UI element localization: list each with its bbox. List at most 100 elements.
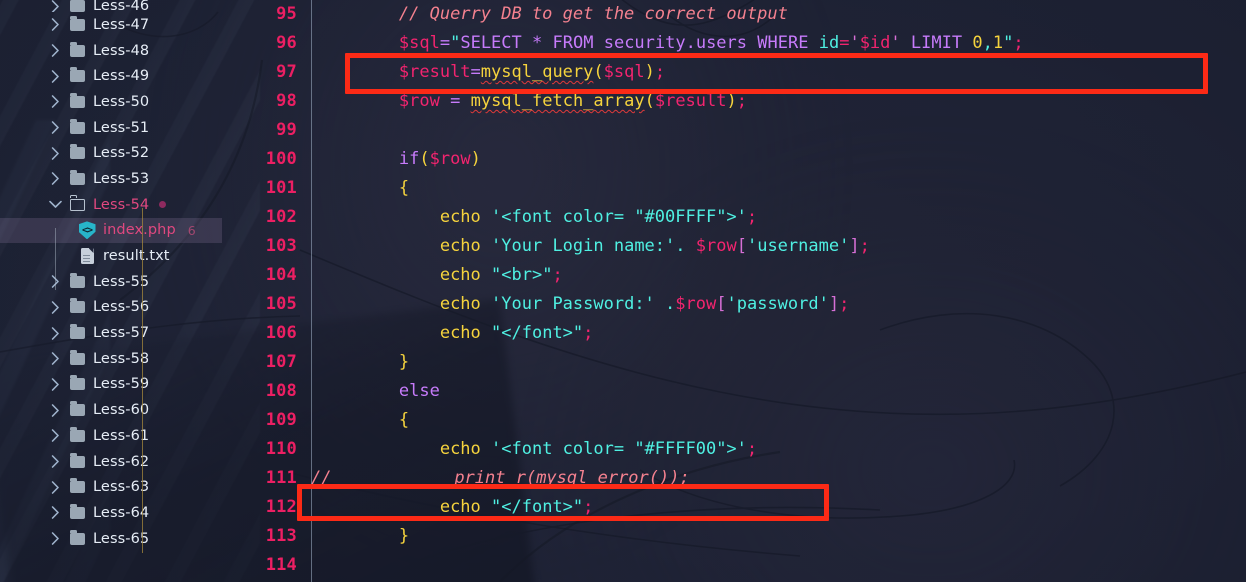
chevron-right-icon[interactable] (46, 18, 64, 32)
chevron-right-icon[interactable] (46, 429, 64, 443)
chevron-right-icon[interactable] (46, 0, 64, 12)
sidebar-item-label: Less-46 (93, 0, 150, 12)
sidebar-item-label: Less-48 (93, 42, 150, 59)
string-literal: '<font color= "#00FFFF">' (491, 207, 747, 227)
chevron-right-icon[interactable] (46, 44, 64, 57)
keyword-echo: echo (439, 207, 481, 227)
code-line-102[interactable]: echo '<font color= "#00FFFF">'; (311, 203, 1246, 232)
sidebar-item-less-64[interactable]: Less-64 (0, 500, 222, 526)
chevron-right-icon[interactable] (46, 301, 64, 314)
sidebar-item-less-48[interactable]: Less-48 (0, 38, 222, 64)
semicolon: ; (552, 265, 563, 285)
code-line-107[interactable]: } (311, 348, 1246, 377)
sidebar-item-less-60[interactable]: Less-60 (0, 397, 222, 423)
code-line-100[interactable]: if($row) (311, 145, 1246, 174)
code-line-106[interactable]: echo "</font>"; (311, 319, 1246, 348)
sidebar-item-less-59[interactable]: Less-59 (0, 372, 222, 398)
modified-indicator-dot (159, 201, 167, 209)
sidebar-item-less-47[interactable]: Less-47 (0, 12, 222, 38)
sidebar-item-label: result.txt (103, 248, 170, 265)
sidebar-item-less-56[interactable]: Less-56 (0, 295, 222, 321)
code-line-98[interactable]: $row = mysql_fetch_array($result); (311, 87, 1246, 116)
code-line-111[interactable]: // print_r(mysql_error()); (311, 464, 1246, 493)
sidebar-item-less-50[interactable]: Less-50 (0, 89, 222, 115)
chevron-right-icon[interactable] (46, 480, 64, 494)
brace-open: { (398, 178, 410, 198)
folder-icon (68, 272, 86, 288)
sidebar-item-less-62[interactable]: Less-62 (0, 449, 222, 475)
commented-print-r: print_r(mysql_error()); (454, 468, 690, 488)
chevron-right-icon[interactable] (46, 403, 64, 417)
code-line-112[interactable]: echo "</font>"; (311, 493, 1246, 522)
sidebar-item-label: Less-57 (93, 325, 150, 342)
keyword-echo: echo (439, 497, 481, 517)
line-number: 103 (265, 236, 297, 256)
sidebar-item-index-php[interactable]: <> index.php 6 (0, 217, 222, 244)
line-number: 110 (265, 439, 297, 459)
folder-icon (68, 503, 86, 519)
file-explorer[interactable]: Less-46 Less-47 Less-48 Less-49 Less-50 … (0, 0, 222, 582)
chevron-right-icon[interactable] (46, 455, 64, 468)
line-number: 108 (265, 381, 297, 401)
sidebar-item-less-49[interactable]: Less-49 (0, 63, 222, 89)
sidebar-item-less-53[interactable]: Less-53 (0, 166, 222, 192)
folder-icon (68, 118, 86, 134)
sidebar-item-less-46[interactable]: Less-46 (0, 0, 222, 12)
code-editor-surface[interactable]: // Querry DB to get the correct output $… (311, 0, 1246, 582)
code-line-109[interactable]: { (311, 406, 1246, 435)
code-line-105[interactable]: echo 'Your Password:' .$row['password']; (311, 290, 1246, 319)
sidebar-item-label: Less-56 (93, 299, 150, 316)
code-line-95[interactable]: // Querry DB to get the correct output (311, 0, 1246, 29)
keyword-echo: echo (439, 236, 481, 256)
sql-quote-open: ' (849, 33, 860, 53)
sidebar-item-less-51[interactable]: Less-51 (0, 115, 222, 141)
chevron-right-icon[interactable] (46, 95, 64, 109)
line-number: 100 (265, 149, 297, 169)
code-line-97[interactable]: $result=mysql_query($sql); (311, 58, 1246, 87)
semicolon: ; (583, 323, 594, 343)
sidebar-item-less-57[interactable]: Less-57 (0, 320, 222, 346)
operator: = (450, 91, 461, 111)
sidebar-item-less-52[interactable]: Less-52 (0, 140, 222, 166)
paren-open: ( (593, 62, 604, 82)
chevron-right-icon[interactable] (46, 326, 64, 340)
chevron-right-icon[interactable] (46, 506, 64, 520)
sidebar-item-less-63[interactable]: Less-63 (0, 474, 222, 500)
code-line-113[interactable]: } (311, 522, 1246, 551)
chevron-right-icon[interactable] (46, 121, 64, 134)
sidebar-item-less-61[interactable]: Less-61 (0, 423, 222, 449)
sidebar-item-less-54[interactable]: Less-54 (0, 192, 222, 218)
code-line-96[interactable]: $sql="SELECT * FROM security.users WHERE… (311, 29, 1246, 58)
sidebar-item-less-65[interactable]: Less-65 (0, 526, 222, 552)
concat-operator: . (675, 236, 686, 256)
sidebar-item-label: Less-58 (93, 350, 150, 367)
text-file-icon (78, 248, 96, 265)
chevron-right-icon[interactable] (46, 69, 64, 83)
chevron-right-icon[interactable] (46, 172, 64, 186)
chevron-right-icon[interactable] (46, 378, 64, 391)
line-number: 109 (265, 410, 297, 430)
chevron-right-icon[interactable] (46, 532, 64, 545)
sql-keyword-from: FROM (552, 33, 594, 53)
sidebar-item-result-txt[interactable]: result.txt (0, 243, 222, 269)
folder-icon (68, 169, 86, 185)
code-line-99[interactable] (311, 116, 1246, 145)
chevron-right-icon[interactable] (46, 352, 64, 366)
function-mysql-query: mysql_query (480, 62, 594, 82)
line-number: 106 (265, 323, 297, 343)
sidebar-item-less-55[interactable]: Less-55 (0, 269, 222, 295)
code-line-103[interactable]: echo 'Your Login name:'. $row['username'… (311, 232, 1246, 261)
sidebar-item-label: Less-49 (93, 68, 150, 85)
paren-close: ) (644, 62, 655, 82)
chevron-down-icon[interactable] (46, 200, 64, 209)
comment-slashes: // (311, 468, 332, 488)
chevron-right-icon[interactable] (46, 146, 64, 160)
code-line-101[interactable]: { (311, 174, 1246, 203)
line-number: 104 (265, 265, 297, 285)
code-line-108[interactable]: else (311, 377, 1246, 406)
code-line-104[interactable]: echo "<br>"; (311, 261, 1246, 290)
sql-table: security.users (603, 33, 748, 53)
sidebar-item-less-58[interactable]: Less-58 (0, 346, 222, 372)
array-key-username: 'username' (746, 236, 850, 256)
code-line-110[interactable]: echo '<font color= "#FFFF00">'; (311, 435, 1246, 464)
